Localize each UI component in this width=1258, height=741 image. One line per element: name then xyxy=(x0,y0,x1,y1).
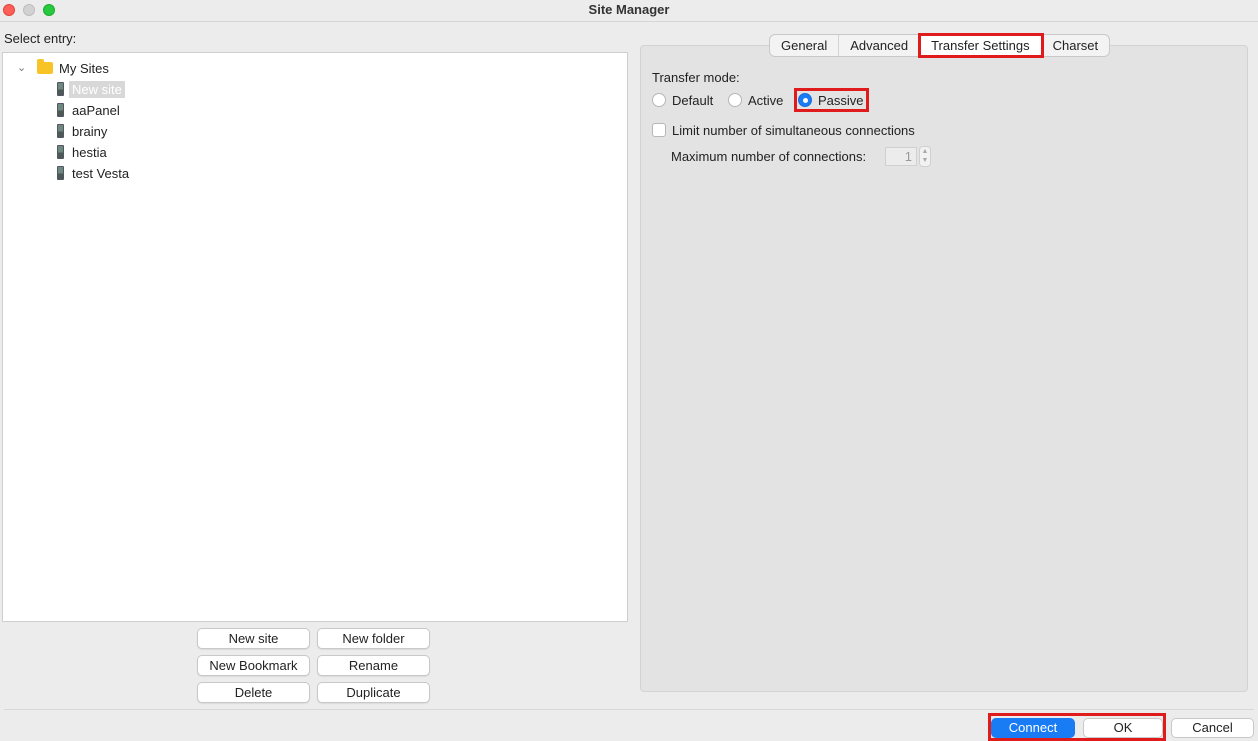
radio-passive[interactable] xyxy=(798,93,812,107)
site-tree[interactable]: ⌄ My Sites New site aaPanel brainy hesti… xyxy=(2,52,628,622)
tree-item-label: test Vesta xyxy=(72,165,130,181)
max-connections-input[interactable]: 1 xyxy=(885,147,917,166)
footer-divider xyxy=(4,709,1254,710)
select-entry-label: Select entry: xyxy=(4,31,77,46)
new-bookmark-button[interactable]: New Bookmark xyxy=(197,655,310,676)
cancel-button[interactable]: Cancel xyxy=(1171,718,1254,738)
server-icon xyxy=(57,103,64,117)
ok-button[interactable]: OK xyxy=(1083,718,1163,738)
window-title: Site Manager xyxy=(588,2,670,17)
new-folder-button[interactable]: New folder xyxy=(317,628,430,649)
title-bar: Site Manager xyxy=(0,0,1258,22)
delete-button[interactable]: Delete xyxy=(197,682,310,703)
server-icon xyxy=(57,124,64,138)
radio-active-label: Active xyxy=(748,93,784,108)
tree-item-aapanel[interactable]: aaPanel xyxy=(57,100,120,120)
settings-tabs: General Advanced Transfer Settings Chars… xyxy=(769,33,1111,58)
tab-charset[interactable]: Charset xyxy=(1042,35,1110,56)
transfer-mode-label: Transfer mode: xyxy=(652,70,740,85)
limit-connections-checkbox[interactable] xyxy=(652,123,666,137)
limit-connections-label: Limit number of simultaneous connections xyxy=(672,123,915,138)
tab-transfer-settings[interactable]: Transfer Settings xyxy=(918,33,1044,58)
rename-button[interactable]: Rename xyxy=(317,655,430,676)
max-connections-label: Maximum number of connections: xyxy=(671,149,867,164)
settings-panel xyxy=(640,45,1248,692)
connect-button[interactable]: Connect xyxy=(991,718,1075,738)
duplicate-button[interactable]: Duplicate xyxy=(317,682,430,703)
tree-item-hestia[interactable]: hestia xyxy=(57,142,107,162)
tree-root-my-sites[interactable]: My Sites xyxy=(37,58,109,78)
server-icon xyxy=(57,145,64,159)
radio-passive-label: Passive xyxy=(818,93,864,108)
tab-advanced[interactable]: Advanced xyxy=(839,35,921,56)
tree-item-label: aaPanel xyxy=(72,102,120,118)
tree-item-label: hestia xyxy=(72,144,107,160)
tree-item-brainy[interactable]: brainy xyxy=(57,121,107,141)
tree-item-label: New site xyxy=(69,80,125,98)
radio-default-label: Default xyxy=(672,93,714,108)
server-icon xyxy=(57,82,64,96)
server-icon xyxy=(57,166,64,180)
tree-root-label: My Sites xyxy=(59,60,109,76)
tree-item-label: brainy xyxy=(72,123,108,139)
new-site-button[interactable]: New site xyxy=(197,628,310,649)
max-connections-stepper[interactable]: ▲ ▼ xyxy=(919,146,931,167)
chevron-down-icon[interactable]: ⌄ xyxy=(17,61,26,74)
tab-general[interactable]: General xyxy=(770,35,840,56)
tree-item-test-vesta[interactable]: test Vesta xyxy=(57,163,129,183)
radio-active[interactable] xyxy=(728,93,742,107)
radio-default[interactable] xyxy=(652,93,666,107)
tree-item-new-site[interactable]: New site xyxy=(57,79,125,99)
folder-icon xyxy=(37,59,53,74)
